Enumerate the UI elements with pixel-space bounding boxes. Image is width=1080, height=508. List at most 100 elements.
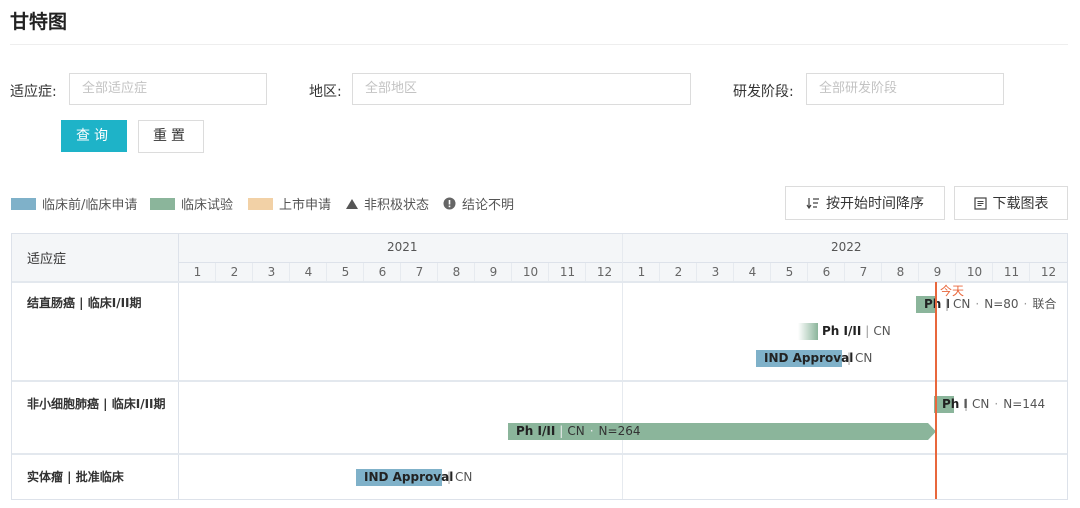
bar-region: CN	[455, 470, 473, 484]
indication-select[interactable]: 全部适应症	[69, 73, 267, 105]
month-tick	[363, 263, 364, 281]
month-tick	[511, 263, 512, 281]
bar-enrollment: N=264	[598, 424, 641, 438]
month-label: 3	[711, 265, 720, 279]
indication-label: 实体瘤 | 批准临床	[27, 470, 124, 484]
year-label: 2022	[831, 240, 862, 254]
month-tick	[474, 263, 475, 281]
indication-label: 结直肠癌 | 临床I/II期	[27, 296, 142, 310]
gantt-bar-clinical[interactable]: Ph I	[934, 396, 968, 413]
bar-region: CN	[873, 324, 891, 338]
title-divider	[10, 44, 1068, 45]
month-tick	[733, 263, 734, 281]
bar-annotation: Ph I/II | CN	[822, 324, 891, 338]
gantt-bar-clinical[interactable]	[798, 323, 818, 340]
gantt-bar-clinical[interactable]: Ph I/II | CN · N=264	[508, 423, 928, 440]
bar-phase-label: IND Approval	[364, 470, 454, 484]
gantt-bar-clinical[interactable]: Ph I	[916, 296, 950, 313]
month-label: 8	[896, 265, 905, 279]
month-tick	[326, 263, 327, 281]
month-tick	[881, 263, 882, 281]
bar-phase-label: IND Approval	[764, 351, 854, 365]
month-label: 6	[822, 265, 831, 279]
gantt-bar-preclinical[interactable]: IND Approval	[356, 469, 453, 486]
document-icon	[973, 196, 987, 210]
indication-column-header: 适应症	[27, 252, 67, 267]
month-label: 5	[341, 265, 350, 279]
download-chart-button[interactable]: 下载图表	[954, 186, 1068, 220]
legend-label: 临床前/临床申请	[42, 198, 138, 213]
month-label: 4	[748, 265, 757, 279]
legend-label: 结论不明	[462, 198, 515, 213]
month-label: 11	[559, 265, 576, 279]
month-label: 7	[415, 265, 424, 279]
month-label: 10	[966, 265, 983, 279]
month-tick	[770, 263, 771, 281]
query-button[interactable]: 查询	[61, 120, 127, 152]
region-select[interactable]: 全部地区	[352, 73, 691, 105]
stage-select[interactable]: 全部研发阶段	[806, 73, 1004, 105]
month-tick	[955, 263, 956, 281]
bar-enrollment: N=144	[1003, 397, 1046, 411]
download-button-label: 下载图表	[992, 196, 1049, 212]
month-label: 6	[378, 265, 387, 279]
bar-phase-label: Ph I/II	[822, 324, 862, 338]
month-tick	[844, 263, 845, 281]
month-label: 1	[193, 265, 202, 279]
month-tick	[400, 263, 401, 281]
month-tick	[1029, 263, 1030, 281]
region-filter-label: 地区:	[309, 84, 342, 100]
legend-label: 上市申请	[279, 198, 332, 213]
month-label: 9	[933, 265, 942, 279]
bar-extra: 联合	[1032, 297, 1057, 311]
today-label: 今天	[940, 284, 965, 298]
row-divider	[12, 453, 1067, 455]
month-tick	[548, 263, 549, 281]
bar-region: CN	[972, 397, 990, 411]
indication-filter-label: 适应症:	[10, 84, 57, 100]
month-tick	[585, 263, 586, 281]
month-label: 1	[637, 265, 646, 279]
indication-label: 非小细胞肺癌 | 临床I/II期	[27, 397, 166, 411]
info-circle-icon	[443, 197, 456, 210]
month-tick	[437, 263, 438, 281]
reset-button[interactable]: 重置	[138, 120, 204, 153]
page-title: 甘特图	[10, 11, 68, 33]
row-divider	[12, 281, 1067, 283]
month-tick	[918, 263, 919, 281]
month-label: 4	[304, 265, 313, 279]
month-label: 7	[859, 265, 868, 279]
legend-market: 上市申请	[248, 194, 331, 213]
month-tick	[659, 263, 660, 281]
today-marker	[935, 282, 937, 499]
sort-button-label: 按开始时间降序	[826, 196, 924, 212]
month-label: 9	[489, 265, 498, 279]
legend-swatch	[150, 197, 175, 210]
month-label: 10	[522, 265, 539, 279]
month-tick	[992, 263, 993, 281]
sort-button[interactable]: 按开始时间降序	[785, 186, 945, 220]
bar-phase-label: Ph I/II	[516, 424, 556, 438]
gantt-bar-preclinical[interactable]: IND Approval	[756, 350, 853, 367]
month-label: 3	[267, 265, 276, 279]
month-tick	[252, 263, 253, 281]
month-tick	[215, 263, 216, 281]
bar-enrollment: N=80	[984, 297, 1019, 311]
legend-swatch	[248, 197, 273, 210]
month-label: 2	[674, 265, 683, 279]
triangle-icon	[346, 198, 358, 209]
bar-annotation: | CN	[847, 351, 873, 365]
legend-inactive: 非积极状态	[345, 194, 429, 213]
bar-region: CN	[953, 297, 971, 311]
legend-label: 非积极状态	[364, 198, 430, 213]
month-tick	[696, 263, 697, 281]
month-label: 12	[596, 265, 613, 279]
bar-region: CN	[567, 424, 585, 438]
month-label: 12	[1040, 265, 1057, 279]
legend-swatch	[11, 197, 36, 210]
legend-clinical: 临床试验	[150, 194, 233, 213]
stage-filter-label: 研发阶段:	[733, 84, 794, 100]
month-label: 2	[230, 265, 239, 279]
legend-label: 临床试验	[181, 198, 234, 213]
month-label: 5	[785, 265, 794, 279]
